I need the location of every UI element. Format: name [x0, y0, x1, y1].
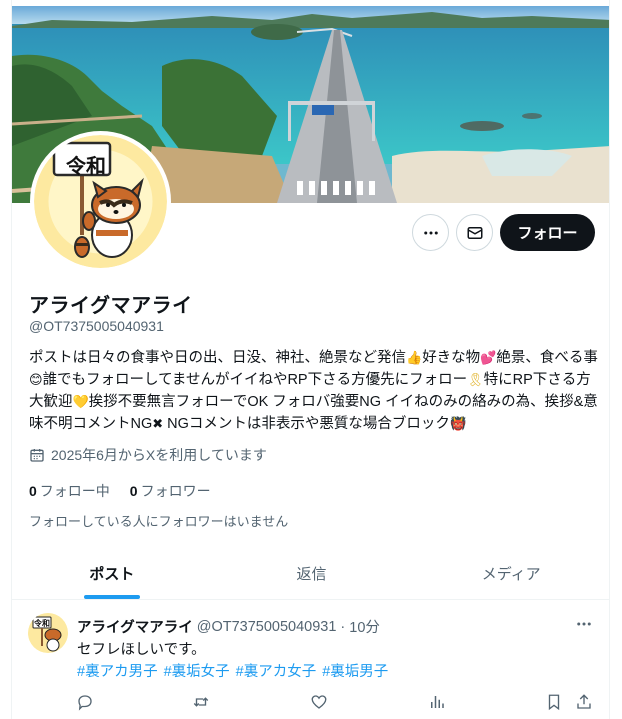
thumbs-up-icon: 👍 [406, 350, 423, 365]
profile-bio: ポストは日々の食事や日の出、日没、神社、絶景など発信👍好きな物💕絶景、食べる事 😊… [29, 347, 599, 435]
repost-icon [193, 697, 209, 707]
post-author-handle[interactable]: @OT7375005040931 [197, 619, 337, 635]
bookmark-button[interactable] [543, 691, 565, 713]
share-button[interactable] [573, 691, 595, 713]
ogre-icon: 👹 [449, 416, 467, 431]
followers-link[interactable]: 0 フォロワー [130, 481, 211, 501]
share-icon [577, 694, 591, 709]
two-hearts-icon: 💕 [480, 350, 497, 365]
reply-icon [78, 695, 92, 711]
post-more-button[interactable] [572, 614, 596, 634]
bio-text: ポストは日々の食事や日の出、日没、神社、絶景など発信 [29, 350, 406, 366]
profile-frame: 令和 フォロー アライグマアライ @OT7375005040931 ポストは日々… [11, 0, 610, 719]
profile-display-name: アライグマアライ [29, 295, 193, 317]
avatar-sign-text: 令和 [66, 154, 106, 178]
bio-text: 誰でもフォローしてませんがイイねやRP下さる方優先にフォロー [42, 372, 468, 388]
joined-text: 2025年6月からXを利用しています [51, 447, 267, 463]
following-link[interactable]: 0 フォロー中 [29, 481, 110, 501]
envelope-icon [467, 226, 482, 239]
message-button[interactable] [456, 214, 493, 251]
following-count: 0 [29, 483, 37, 499]
post-timestamp[interactable]: 10分 [349, 616, 380, 637]
hashtag-link[interactable]: #裏アカ男子 [77, 660, 158, 681]
post-avatar-sign-text: 令和 [33, 618, 50, 628]
tab-replies[interactable]: 返信 [212, 548, 412, 599]
hashtag-link[interactable]: #裏垢女子 [164, 660, 230, 681]
post-author-avatar[interactable]: 令和 [28, 613, 68, 653]
calendar-icon [30, 449, 44, 462]
raccoon-avatar-image: 令和 [28, 613, 68, 653]
post-actions [12, 691, 609, 715]
yellow-heart-icon: 💛 [72, 394, 89, 409]
reply-button[interactable] [74, 691, 96, 713]
like-button[interactable] [308, 691, 330, 713]
more-horizontal-icon [423, 231, 438, 234]
bio-text: 絶景、食べる事 [496, 350, 598, 366]
more-horizontal-icon [577, 622, 591, 626]
views-icon [431, 696, 444, 708]
follow-stats: 0 フォロー中 0 フォロワー [29, 481, 211, 501]
tab-media[interactable]: メディア [411, 548, 609, 599]
profile-handle: @OT7375005040931 [29, 318, 164, 334]
hashtag-link[interactable]: #裏垢男子 [322, 660, 388, 681]
followers-count: 0 [129, 483, 138, 499]
post-header: アライグマアライ @OT7375005040931 · 10分 [77, 616, 380, 637]
ribbon-icon: 🎗 [467, 372, 484, 387]
post-meta-separator: · [340, 618, 346, 635]
following-label: フォロー中 [39, 483, 110, 499]
post-text: セフレほしいです。 [77, 642, 206, 658]
cross-mark-icon: ✖ [152, 416, 164, 431]
no-followers-you-know-note: フォローしている人にフォロワーはいません [29, 514, 289, 529]
followers-label: フォロワー [140, 483, 211, 499]
profile-avatar[interactable]: 令和 [30, 131, 171, 272]
like-icon [311, 695, 327, 709]
post-hashtags: #裏アカ男子 #裏垢女子 #裏アカ女子 #裏垢男子 [77, 660, 388, 681]
hashtag-link[interactable]: #裏アカ女子 [236, 660, 317, 681]
views-button[interactable] [426, 691, 448, 713]
bio-text: 好きな物 [422, 350, 481, 366]
bio-text: NGコメントは非表示や悪質な場合ブロック [163, 416, 450, 432]
bookmark-icon [548, 694, 560, 711]
repost-button[interactable] [190, 691, 212, 713]
profile-tabs: ポスト 返信 メディア [12, 548, 609, 600]
more-options-button[interactable] [412, 214, 449, 251]
joined-date: 2025年6月からXを利用しています [29, 445, 267, 465]
smiling-face-icon: 😊 [29, 372, 43, 387]
tab-posts[interactable]: ポスト [12, 548, 212, 599]
post-author-name[interactable]: アライグマアライ [77, 616, 193, 637]
follow-button[interactable]: フォロー [500, 214, 595, 251]
post-item[interactable]: 令和 アライグマアライ @OT7375005040931 · 10分 セフレほし… [12, 601, 609, 719]
